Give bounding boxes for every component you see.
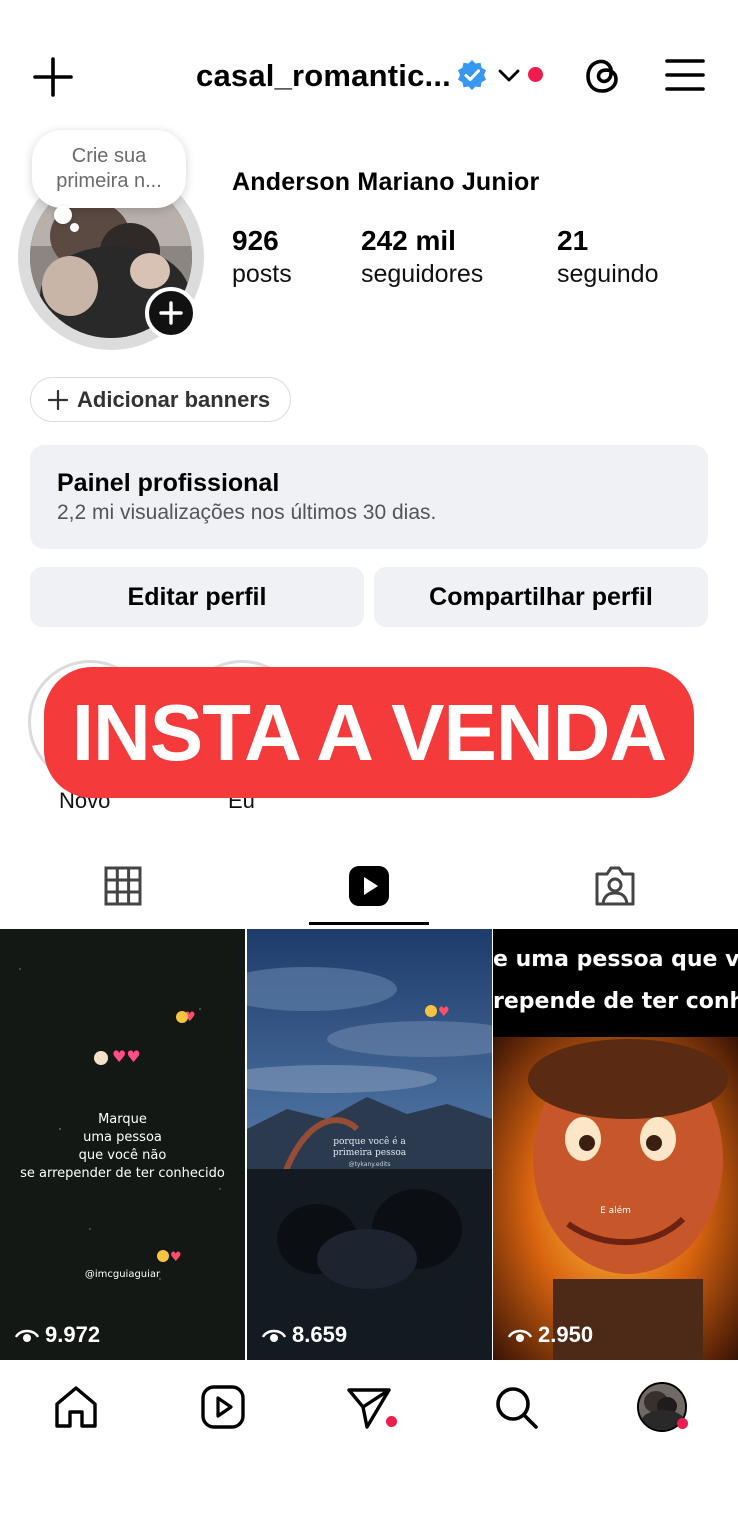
add-story-button[interactable] (145, 287, 197, 339)
note-bubble-tail-small (70, 223, 79, 232)
caption-line: primeira pessoa (332, 1148, 407, 1158)
profile-full-name: Anderson Mariano Junior (232, 168, 540, 196)
stat-posts[interactable]: 926 posts (232, 224, 292, 290)
view-count: 9.972 (15, 1322, 100, 1348)
for-sale-banner: INSTA A VENDA (44, 667, 694, 798)
reel-handle: @imcguiaguiar (84, 1269, 161, 1280)
add-banners-label: Adicionar banners (77, 386, 271, 412)
plus-icon (47, 389, 69, 410)
edit-profile-button[interactable]: Editar perfil (30, 567, 364, 627)
username-switcher[interactable]: casal_romantic... (196, 54, 451, 98)
active-tab-indicator (309, 922, 429, 925)
eye-icon (15, 1329, 39, 1342)
threads-icon[interactable] (580, 53, 626, 99)
notification-dot (386, 1416, 397, 1427)
notification-dot (528, 67, 543, 82)
search-icon[interactable] (491, 1382, 541, 1432)
view-count-value: 8.659 (292, 1322, 348, 1347)
stat-followers[interactable]: 242 mil seguidores (361, 224, 483, 290)
dashboard-subtitle: 2,2 mi visualizações nos últimos 30 dias… (57, 501, 437, 524)
menu-icon[interactable] (662, 55, 708, 95)
stat-value: 242 mil (361, 225, 456, 256)
notification-dot (677, 1418, 688, 1429)
eye-icon (262, 1329, 286, 1342)
caption-line: repende de ter conhecid (493, 989, 738, 1014)
chevron-down-icon[interactable] (497, 64, 521, 88)
view-count-value: 9.972 (45, 1322, 101, 1347)
reel-caption: porque você é a primeira pessoa (247, 1137, 492, 1159)
stat-value: 21 (557, 225, 589, 256)
reel-thumbnail[interactable]: e uma pessoa que você n repende de ter c… (493, 929, 738, 1360)
add-banners-button[interactable]: Adicionar banners (30, 377, 291, 422)
top-bar: casal_romantic... (0, 40, 738, 110)
reel-thumbnail[interactable]: ♥ ♥♥ ♥ Marque uma pessoa que você não se… (0, 929, 245, 1360)
svg-text:♥: ♥ (170, 1250, 182, 1265)
reel-caption: e uma pessoa que você n repende de ter c… (493, 939, 738, 1023)
view-count: 2.950 (508, 1322, 593, 1348)
note-text: Crie sua primeira n... (56, 145, 162, 192)
plus-icon (159, 301, 183, 325)
svg-text:♥: ♥ (438, 1005, 450, 1020)
eye-icon (508, 1329, 532, 1342)
caption-line: porque você é a (333, 1137, 406, 1147)
tagged-icon[interactable] (591, 862, 639, 910)
stat-label: posts (232, 260, 292, 288)
reels-icon[interactable] (345, 862, 393, 910)
verified-badge-icon (458, 60, 486, 90)
stat-following[interactable]: 21 seguindo (557, 224, 658, 290)
note-bubble-tail (54, 206, 72, 224)
reel-handle: @tykany.edits (348, 1161, 391, 1168)
reel-subtitle: E além (600, 1206, 631, 1216)
share-profile-button[interactable]: Compartilhar perfil (374, 567, 708, 627)
stat-label: seguidores (361, 260, 484, 288)
reels-icon[interactable] (198, 1382, 248, 1432)
reel-caption: Marque uma pessoa que você não se arrepe… (0, 1111, 245, 1183)
view-count-value: 2.950 (538, 1322, 594, 1347)
grid-icon[interactable] (99, 862, 147, 910)
caption-line: uma pessoa (83, 1130, 162, 1145)
view-count: 8.659 (262, 1322, 347, 1348)
stat-label: seguindo (557, 260, 659, 288)
stat-value: 926 (232, 225, 279, 256)
reel-thumbnail[interactable]: ♥ porque você é a primeira pessoa @tykan… (247, 929, 492, 1360)
home-icon[interactable] (51, 1382, 101, 1432)
caption-line: que você não (78, 1148, 167, 1163)
plus-icon[interactable] (30, 54, 76, 100)
note-bubble[interactable]: Crie sua primeira n... (32, 130, 186, 208)
dashboard-title: Painel profissional (57, 469, 280, 497)
professional-dashboard[interactable]: Painel profissional 2,2 mi visualizações… (30, 445, 708, 549)
caption-line: se arrepender de ter conhecido (20, 1166, 225, 1181)
svg-text:♥♥: ♥♥ (112, 1047, 141, 1066)
caption-line: e uma pessoa que você n (493, 947, 738, 972)
caption-line: Marque (98, 1112, 147, 1127)
